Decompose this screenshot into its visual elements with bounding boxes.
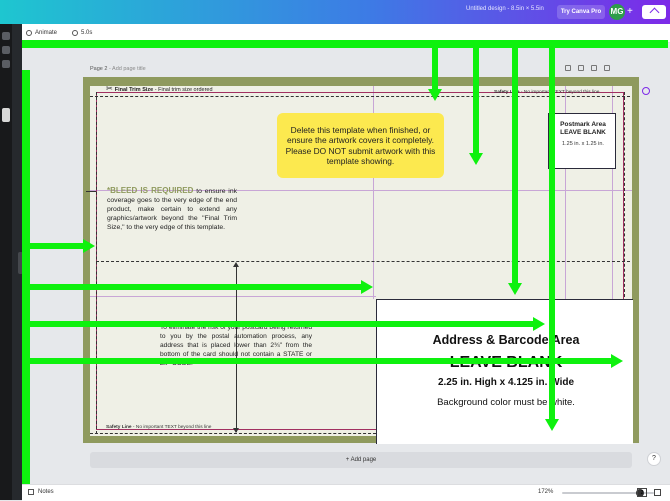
measure-arrow-up-icon <box>233 262 239 267</box>
left-sidebar <box>0 24 12 500</box>
clock-icon <box>72 30 78 36</box>
overlay-arrow-down-icon <box>428 89 442 101</box>
page-title-input[interactable]: Add page title <box>112 66 146 72</box>
address-area-title: Address & Barcode Area <box>432 333 580 347</box>
overlay-arrow-down-icon <box>469 153 483 165</box>
overlay-arrow-right-icon <box>83 239 95 253</box>
bleed-measure-line <box>86 191 96 192</box>
overlay-bar <box>22 284 362 290</box>
safety-line-label-bottom: Safety Line - No important TEXT beyond t… <box>106 425 212 430</box>
share-button[interactable] <box>642 5 666 19</box>
try-pro-button[interactable]: Try Canva Pro <box>557 5 605 19</box>
postmark-size: 1.25 in. x 1.25 in. <box>562 141 604 147</box>
delete-page-icon[interactable] <box>591 65 597 71</box>
overlay-bar <box>22 243 84 249</box>
templates-icon[interactable] <box>2 32 10 40</box>
safety-line-right <box>624 92 625 297</box>
overlay-bar <box>549 48 555 420</box>
overlay-arrow-right-icon <box>361 280 373 294</box>
measure-arrow-down-icon <box>233 428 239 433</box>
delete-template-callout: Delete this template when finished, or e… <box>277 113 444 178</box>
notes-icon <box>28 489 34 495</box>
animate-button[interactable]: Animate <box>26 28 57 38</box>
avatar[interactable]: MG <box>609 4 625 20</box>
add-page-button[interactable]: + Add page <box>90 452 632 468</box>
duration-label: 5.0s <box>81 30 93 36</box>
page-label: Page 2 <box>90 66 108 72</box>
page-header: Page 2 - Add page title <box>90 66 146 72</box>
bleed-note: *BLEED IS REQUIRED to ensure ink coverag… <box>107 186 237 232</box>
address-background-note: Background color must be white. <box>437 397 575 408</box>
overlay-arrow-right-icon <box>611 354 623 368</box>
add-member-button[interactable]: + <box>627 5 633 19</box>
design-title[interactable]: Untitled design - 8.5in × 5.5in <box>466 6 544 12</box>
fullscreen-icon[interactable] <box>654 489 661 496</box>
scissors-icon: ✂ <box>106 84 113 93</box>
overlay-arrow-down-icon <box>508 283 522 295</box>
final-trim-label: ✂ Final Trim Size - Final trim size order… <box>106 84 213 93</box>
overlay-bar <box>22 321 534 327</box>
overlay-bar <box>512 48 518 284</box>
overlay-arrow-down-icon <box>545 419 559 431</box>
overlay-bar <box>22 40 668 48</box>
overlay-bar <box>473 48 479 154</box>
animate-label: Animate <box>35 30 58 36</box>
uploads-icon[interactable] <box>2 60 10 68</box>
magic-icon[interactable] <box>642 87 650 95</box>
safety-line-left <box>96 92 97 434</box>
safety-line-bottom <box>90 433 376 434</box>
overlay-bar <box>22 358 612 364</box>
top-bar: Untitled design - 8.5in × 5.5in Try Canv… <box>0 0 670 24</box>
bottom-bar: Notes 172% 2 <box>22 484 670 501</box>
postmark-area: Postmark Area LEAVE BLANK 1.25 in. x 1.2… <box>548 113 616 169</box>
overlay-arrow-right-icon <box>533 317 545 331</box>
notes-label: Notes <box>38 489 54 495</box>
postmark-title: Postmark Area LEAVE BLANK <box>560 121 606 136</box>
notes-button[interactable]: Notes <box>28 489 54 495</box>
address-area-size: 2.25 in. High x 4.125 in. Wide <box>437 377 575 388</box>
duplicate-page-icon[interactable] <box>578 65 584 71</box>
lock-page-icon[interactable] <box>565 65 571 71</box>
page-count-button[interactable]: 2 <box>637 488 647 497</box>
page-actions <box>565 65 610 71</box>
bleed-heading: *BLEED IS REQUIRED <box>107 186 194 195</box>
animate-icon <box>26 30 32 36</box>
safety-line-label-top: Safety Line - No important TEXT beyond t… <box>494 90 600 95</box>
add-page-icon[interactable] <box>604 65 610 71</box>
overlay-bar <box>432 48 438 90</box>
page-thumbnail-icon[interactable] <box>2 108 10 122</box>
duration-button[interactable]: 5.0s <box>72 28 92 38</box>
share-icon <box>649 7 660 18</box>
elements-icon[interactable] <box>2 46 10 54</box>
zoom-level[interactable]: 172% <box>538 489 553 495</box>
help-icon[interactable]: ? <box>647 452 661 466</box>
